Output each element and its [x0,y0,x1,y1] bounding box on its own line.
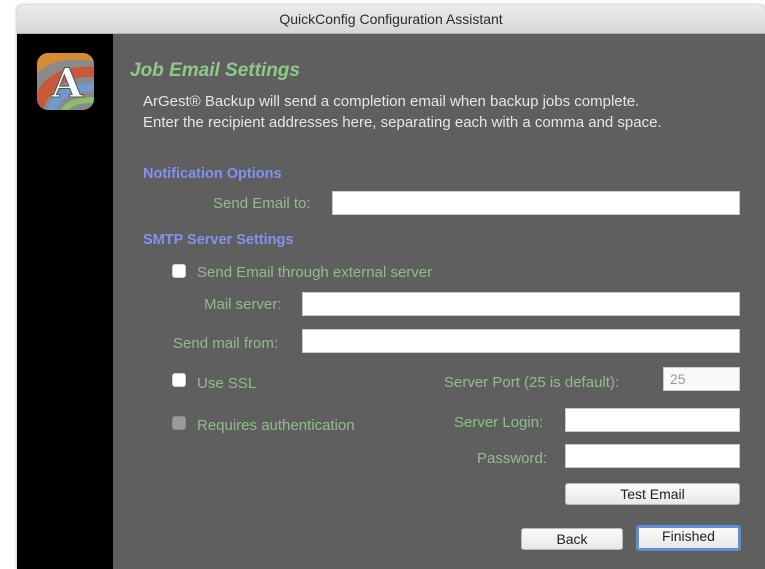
external-server-label: Send Email through external server [197,264,433,281]
server-login-field[interactable] [565,408,740,432]
server-port-label: Server Port (25 is default): [444,374,620,391]
external-server-checkbox[interactable] [172,264,186,278]
send-mail-from-label: Send mail from: [173,335,279,352]
intro-text: ArGest® Backup will send a completion em… [143,91,763,133]
use-ssl-label: Use SSL [197,375,257,392]
requires-authentication-label: Requires authentication [197,417,355,434]
send-email-label: Send Email to: [213,195,311,212]
server-port-field[interactable] [663,367,740,391]
send-mail-from-field[interactable] [302,329,740,353]
send-email-field[interactable] [332,191,740,215]
argest-logo-icon: A [37,53,94,110]
test-email-button[interactable]: Test Email [565,483,740,505]
password-field[interactable] [565,444,740,468]
config-assistant-window: QuickConfig Configuration Assistant A Jo… [17,5,765,569]
notification-options-heading: Notification Options [143,166,282,182]
intro-line-2: Enter the recipient addresses here, sepa… [143,114,662,131]
content-panel: Job Email Settings ArGest® Backup will s… [113,34,765,569]
finished-button[interactable]: Finished [636,525,741,551]
window-title: QuickConfig Configuration Assistant [17,5,765,34]
mail-server-field[interactable] [302,292,740,316]
smtp-settings-heading: SMTP Server Settings [143,232,294,248]
requires-authentication-checkbox[interactable] [172,416,186,430]
logo-letter: A [50,60,83,107]
back-button[interactable]: Back [521,528,623,550]
server-login-label: Server Login: [454,414,544,431]
intro-line-1: ArGest® Backup will send a completion em… [143,93,640,110]
mail-server-label: Mail server: [204,296,282,313]
use-ssl-checkbox[interactable] [172,373,186,387]
page-title: Job Email Settings [130,60,300,81]
password-label: Password: [477,450,548,467]
sidebar: A [17,34,113,569]
